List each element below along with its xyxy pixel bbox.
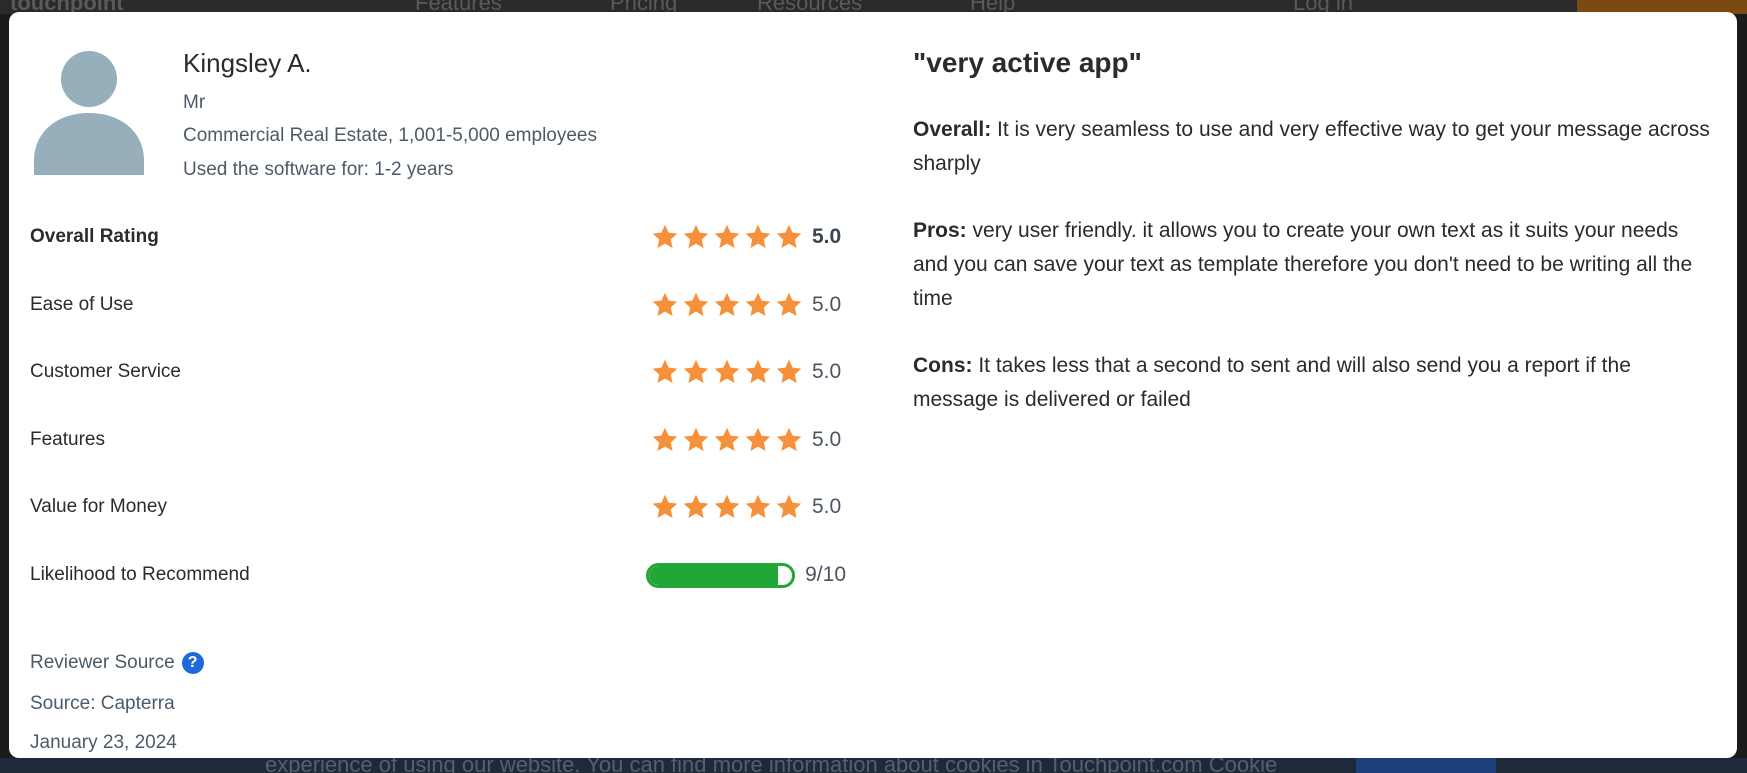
star-icon xyxy=(776,494,802,518)
review-overall-label: Overall: xyxy=(913,118,992,141)
rating-row-customer-service: Customer Service 5.0 xyxy=(30,356,846,388)
recommend-label: Likelihood to Recommend xyxy=(30,564,250,585)
review-pros-label: Pros: xyxy=(913,219,967,242)
review-title: "very active app" xyxy=(913,47,1142,78)
review-overall-text: It is very seamless to use and very effe… xyxy=(913,118,1710,175)
rating-label: Customer Service xyxy=(30,361,181,382)
star-icon xyxy=(683,427,709,451)
rating-value: 5.0 xyxy=(812,495,842,518)
star-icon xyxy=(745,494,771,518)
star-icon xyxy=(714,292,740,316)
star-icon xyxy=(652,292,678,316)
star-icon xyxy=(652,494,678,518)
star-rating xyxy=(651,493,803,521)
rating-row-overall: Overall Rating 5.0 xyxy=(30,221,846,253)
star-icon xyxy=(745,359,771,383)
rating-row-ease-of-use: Ease of Use 5.0 xyxy=(30,289,846,321)
star-icon xyxy=(714,224,740,248)
reviewer-company: Commercial Real Estate, 1,001-5,000 empl… xyxy=(183,125,597,147)
rating-stars-group: 5.0 xyxy=(651,493,846,521)
review-date: January 23, 2024 xyxy=(30,732,177,753)
rating-label: Value for Money xyxy=(30,496,167,517)
rating-row-features: Features 5.0 xyxy=(30,424,846,456)
rating-label: Features xyxy=(30,429,105,450)
rating-row-value-for-money: Value for Money 5.0 xyxy=(30,491,846,523)
star-icon xyxy=(683,292,709,316)
rating-value: 5.0 xyxy=(812,360,842,383)
star-icon xyxy=(683,224,709,248)
star-icon xyxy=(776,292,802,316)
reviewer-usage-duration: Used the software for: 1-2 years xyxy=(183,159,454,180)
question-icon[interactable]: ? xyxy=(181,652,204,674)
review-cons-text: It takes less that a second to sent and … xyxy=(913,354,1631,411)
star-icon xyxy=(652,427,678,451)
star-icon xyxy=(652,359,678,383)
star-icon xyxy=(745,224,771,248)
review-modal: Kingsley A. Mr Commercial Real Estate, 1… xyxy=(9,12,1737,758)
background-cookie-banner: experience of using our website. You can… xyxy=(0,758,1747,773)
star-icon xyxy=(683,494,709,518)
review-cons: Cons: It takes less that a second to sen… xyxy=(913,349,1713,417)
background-cookie-ok-button xyxy=(1356,758,1496,773)
reviewer-industry: Commercial Real Estate xyxy=(183,125,388,146)
rating-row-recommend: Likelihood to Recommend 9/10 xyxy=(30,559,846,591)
rating-label: Ease of Use xyxy=(30,294,134,315)
recommend-progress-bar xyxy=(646,562,796,588)
star-icon xyxy=(776,427,802,451)
star-icon xyxy=(745,427,771,451)
star-icon xyxy=(745,292,771,316)
user-avatar-icon xyxy=(34,51,144,175)
star-icon xyxy=(714,359,740,383)
star-rating xyxy=(651,358,803,386)
rating-stars-group: 5.0 xyxy=(651,358,846,386)
rating-stars-group: 5.0 xyxy=(651,426,846,454)
rating-value: 5.0 xyxy=(812,293,842,316)
reviewer-title: Mr xyxy=(183,92,206,113)
review-cons-label: Cons: xyxy=(913,354,973,377)
source-text: Source: Capterra xyxy=(30,693,175,714)
review-pros: Pros: very user friendly. it allows you … xyxy=(913,214,1713,316)
review-overall: Overall: It is very seamless to use and … xyxy=(913,113,1713,181)
star-rating xyxy=(651,291,803,319)
reviewer-separator: , xyxy=(387,125,399,146)
star-icon xyxy=(714,427,740,451)
review-pros-text: very user friendly. it allows you to cre… xyxy=(913,219,1693,310)
rating-value: 5.0 xyxy=(812,428,842,451)
rating-stars-group: 5.0 xyxy=(651,291,846,319)
recommend-progress-fill xyxy=(649,565,778,585)
rating-label: Overall Rating xyxy=(30,226,159,247)
rating-value: 5.0 xyxy=(812,225,842,248)
star-icon xyxy=(652,224,678,248)
reviewer-source: Reviewer Source ? xyxy=(30,652,204,674)
star-icon xyxy=(776,359,802,383)
rating-stars-group: 5.0 xyxy=(651,223,846,251)
reviewer-name: Kingsley A. xyxy=(183,48,312,78)
star-icon xyxy=(714,494,740,518)
recommend-value: 9/10 xyxy=(805,563,846,586)
star-icon xyxy=(776,224,802,248)
star-rating xyxy=(651,223,803,251)
star-rating xyxy=(651,426,803,454)
reviewer-company-size: 1,001-5,000 employees xyxy=(398,125,597,146)
recommend-group: 9/10 xyxy=(646,562,846,588)
background-cookie-text: experience of using our website. You can… xyxy=(265,758,1278,773)
reviewer-source-label: Reviewer Source xyxy=(30,652,175,673)
star-icon xyxy=(683,359,709,383)
